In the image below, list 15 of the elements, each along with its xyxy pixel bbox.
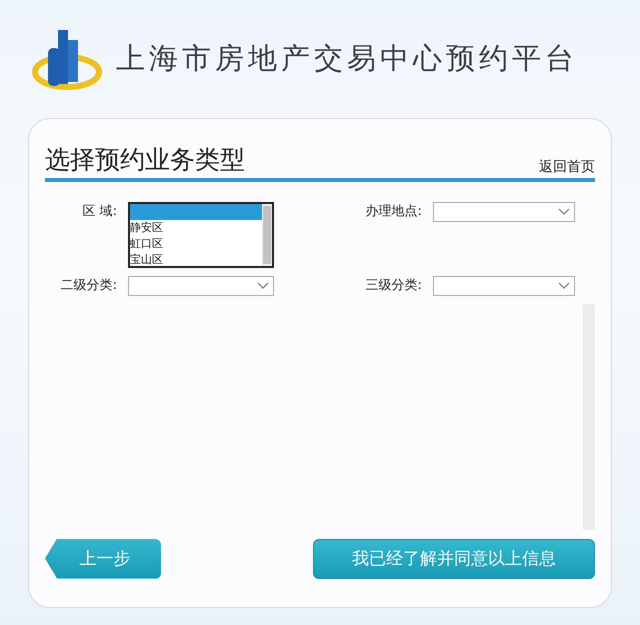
site-title: 上海市房地产交易中心预约平台 (116, 40, 578, 77)
panel-title: 选择预约业务类型 (45, 144, 245, 176)
field-label: 三级分类: (364, 277, 422, 295)
field-label: 二级分类: (60, 277, 117, 295)
home-link[interactable]: 返回首页 (539, 158, 595, 176)
field-label: 区 域: (81, 203, 117, 221)
scrollbar[interactable] (262, 204, 272, 266)
dropdown-field[interactable] (432, 276, 575, 296)
district-listbox[interactable]: 静安区 虹口区 宝山区 (128, 202, 274, 268)
dropdown-field[interactable] (432, 202, 575, 222)
field-label: 办理地点: (364, 203, 422, 221)
dropdown-field[interactable] (128, 276, 274, 296)
chevron-down-icon (558, 208, 570, 216)
chevron-down-icon (257, 282, 269, 290)
chevron-down-icon (558, 282, 570, 290)
